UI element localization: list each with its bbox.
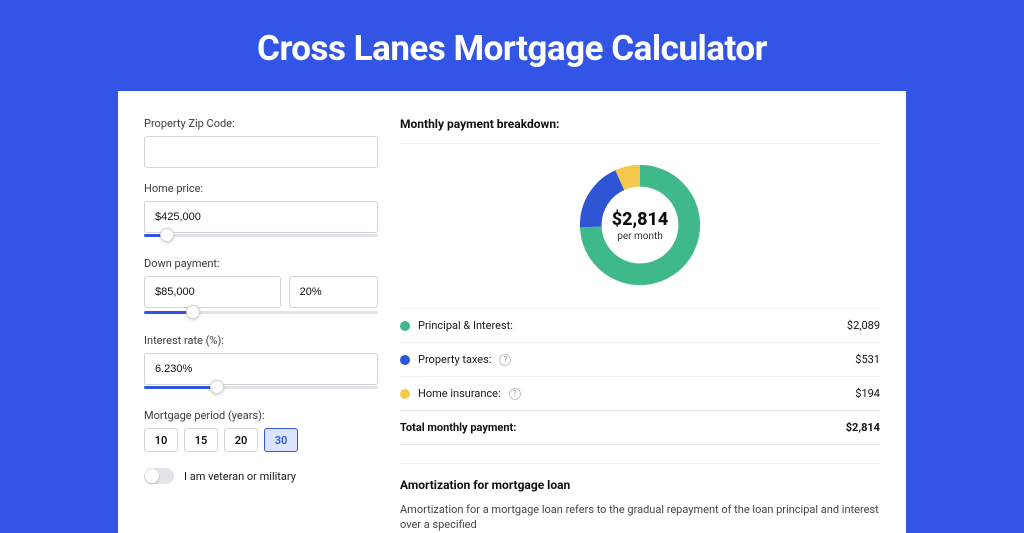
legend-taxes: Property taxes: ? $531 xyxy=(400,342,880,376)
rate-field: Interest rate (%): xyxy=(144,334,378,395)
price-label: Home price: xyxy=(144,182,378,195)
dot-icon xyxy=(400,389,410,399)
zip-input[interactable] xyxy=(144,136,378,168)
dot-icon xyxy=(400,321,410,331)
down-amount-input[interactable] xyxy=(144,276,281,308)
donut-amount: $2,814 xyxy=(612,209,669,230)
calculator-card: Property Zip Code: Home price: Down paym… xyxy=(118,91,906,533)
period-field: Mortgage period (years): 10152030 xyxy=(144,409,378,452)
period-button-15[interactable]: 15 xyxy=(184,428,218,452)
period-buttons: 10152030 xyxy=(144,428,378,452)
down-field: Down payment: xyxy=(144,257,378,320)
inputs-panel: Property Zip Code: Home price: Down paym… xyxy=(118,117,378,533)
down-slider-thumb[interactable] xyxy=(186,305,200,319)
veteran-toggle[interactable] xyxy=(144,468,174,484)
legend-insurance: Home insurance: ? $194 xyxy=(400,376,880,410)
amort-text: Amortization for a mortgage loan refers … xyxy=(400,502,880,533)
amort-title: Amortization for mortgage loan xyxy=(400,478,880,492)
breakdown-title: Monthly payment breakdown: xyxy=(400,117,880,144)
price-field: Home price: xyxy=(144,182,378,243)
down-slider[interactable] xyxy=(144,310,378,320)
rate-slider-thumb[interactable] xyxy=(210,380,224,394)
total-value: $2,814 xyxy=(846,421,880,434)
price-input[interactable] xyxy=(144,201,378,233)
payment-donut-chart: $2,814 per month xyxy=(575,160,705,290)
legend-principal: Principal & Interest: $2,089 xyxy=(400,308,880,342)
legend-label: Property taxes: xyxy=(418,353,491,366)
period-label: Mortgage period (years): xyxy=(144,409,378,422)
down-pct-input[interactable] xyxy=(289,276,378,308)
zip-field: Property Zip Code: xyxy=(144,117,378,168)
veteran-label: I am veteran or military xyxy=(184,470,296,483)
total-row: Total monthly payment: $2,814 xyxy=(400,410,880,445)
amortization-panel: Amortization for mortgage loan Amortizat… xyxy=(400,463,880,533)
zip-label: Property Zip Code: xyxy=(144,117,378,130)
period-button-30[interactable]: 30 xyxy=(264,428,298,452)
dot-icon xyxy=(400,355,410,365)
page-title: Cross Lanes Mortgage Calculator xyxy=(0,0,1024,91)
results-panel: Monthly payment breakdown: $2,814 per mo… xyxy=(400,117,906,533)
rate-label: Interest rate (%): xyxy=(144,334,378,347)
rate-slider[interactable] xyxy=(144,385,378,395)
period-button-20[interactable]: 20 xyxy=(224,428,258,452)
price-slider-thumb[interactable] xyxy=(160,228,174,242)
veteran-row: I am veteran or military xyxy=(144,468,378,484)
legend-label: Home insurance: xyxy=(418,387,501,400)
info-icon[interactable]: ? xyxy=(509,388,521,400)
info-icon[interactable]: ? xyxy=(499,354,511,366)
rate-input[interactable] xyxy=(144,353,378,385)
inner-frame: Property Zip Code: Home price: Down paym… xyxy=(118,91,906,533)
donut-wrap: $2,814 per month xyxy=(400,144,880,308)
price-slider[interactable] xyxy=(144,233,378,243)
down-label: Down payment: xyxy=(144,257,378,270)
legend-value: $194 xyxy=(855,387,880,400)
legend-value: $2,089 xyxy=(847,319,880,332)
period-button-10[interactable]: 10 xyxy=(144,428,178,452)
legend-value: $531 xyxy=(855,353,880,366)
donut-sub: per month xyxy=(617,231,663,242)
legend-label: Principal & Interest: xyxy=(418,319,513,332)
total-label: Total monthly payment: xyxy=(400,421,516,434)
